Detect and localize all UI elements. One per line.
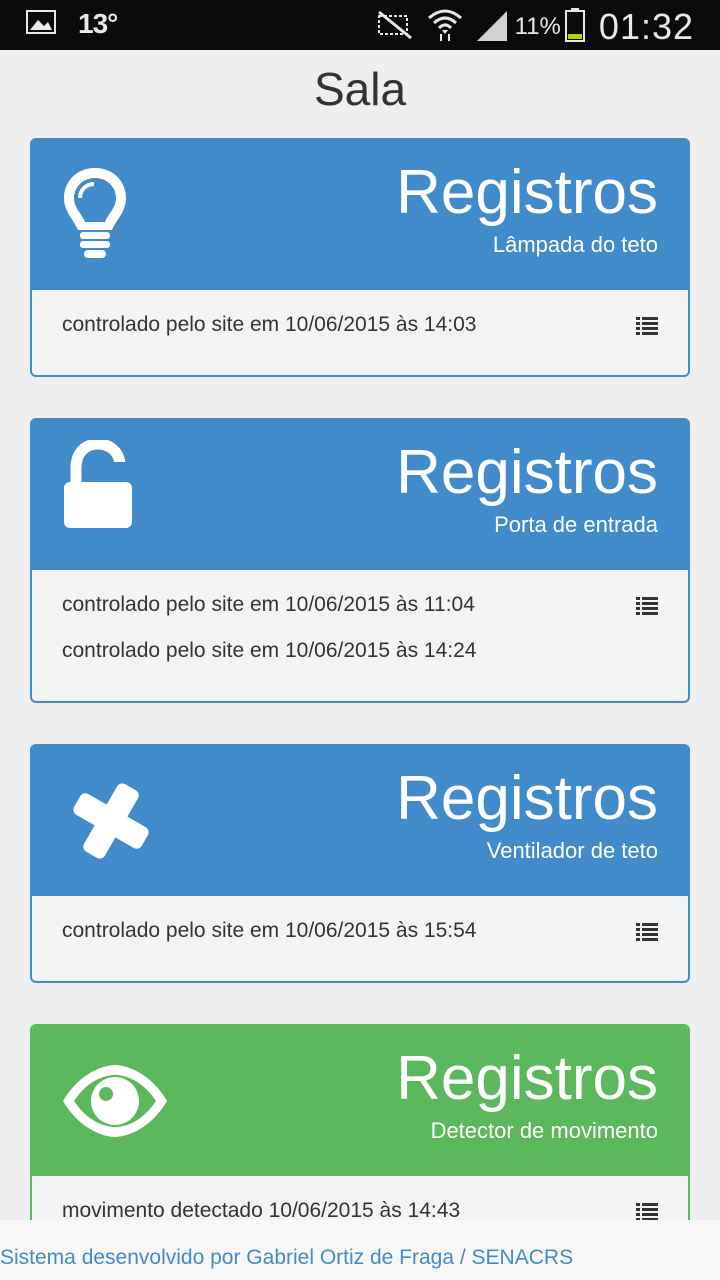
temperature: 13° xyxy=(78,8,118,39)
card-title: Registros xyxy=(396,1044,658,1113)
entry-text: controlado pelo site em 10/06/2015 às 14… xyxy=(62,639,477,662)
image-icon xyxy=(26,9,56,39)
wifi-icon xyxy=(427,8,463,47)
entry-text: controlado pelo site em 10/06/2015 às 14… xyxy=(62,313,477,336)
card-header[interactable]: Registros Porta de entrada xyxy=(32,420,688,570)
card-header[interactable]: Registros Detector de movimento xyxy=(32,1026,688,1176)
card-body: controlado pelo site em 10/06/2015 às 11… xyxy=(32,570,688,692)
list-item: controlado pelo site em 10/06/2015 às 14… xyxy=(62,310,658,356)
card-body: controlado pelo site em 10/06/2015 às 15… xyxy=(32,896,688,972)
eye-icon xyxy=(60,1062,170,1145)
card-header[interactable]: Registros Lâmpada do teto xyxy=(32,140,688,290)
list-icon[interactable] xyxy=(636,594,658,624)
list-item: controlado pelo site em 10/06/2015 às 15… xyxy=(62,916,658,962)
list-icon[interactable] xyxy=(636,920,658,950)
card-subtitle: Lâmpada do teto xyxy=(492,232,658,257)
card-title: Registros xyxy=(396,764,658,833)
mute-icon xyxy=(375,10,415,45)
unlock-icon xyxy=(62,438,134,537)
status-bar: 13° 11% 01:32 xyxy=(0,0,720,50)
footer-credit-link[interactable]: Sistema desenvolvido por Gabriel Ortiz d… xyxy=(0,1246,573,1270)
entry-text: controlado pelo site em 10/06/2015 às 15… xyxy=(62,919,477,942)
card-subtitle: Porta de entrada xyxy=(494,512,658,537)
battery-percent: 11% xyxy=(514,13,561,40)
fan-icon xyxy=(66,776,156,871)
entry-text: controlado pelo site em 10/06/2015 às 11… xyxy=(62,593,475,616)
signal-icon xyxy=(475,9,509,46)
lightbulb-icon xyxy=(60,164,130,265)
card-title: Registros xyxy=(396,438,658,507)
battery-icon xyxy=(564,7,585,47)
card-porta: Registros Porta de entrada controlado pe… xyxy=(30,418,690,703)
clock: 01:32 xyxy=(598,6,694,47)
card-title: Registros xyxy=(396,158,658,227)
card-subtitle: Ventilador de teto xyxy=(486,838,658,863)
footer: Sistema desenvolvido por Gabriel Ortiz d… xyxy=(0,1220,720,1280)
list-icon[interactable] xyxy=(636,314,658,344)
card-body: controlado pelo site em 10/06/2015 às 14… xyxy=(32,290,688,366)
page-title: Sala xyxy=(313,63,407,115)
list-item: controlado pelo site em 10/06/2015 às 14… xyxy=(62,636,658,682)
card-subtitle: Detector de movimento xyxy=(430,1118,658,1143)
list-item: controlado pelo site em 10/06/2015 às 11… xyxy=(62,590,658,636)
entry-text: movimento detectado 10/06/2015 às 14:43 xyxy=(62,1199,461,1222)
card-ventilador: Registros Ventilador de teto controlado … xyxy=(30,744,690,983)
card-lampada: Registros Lâmpada do teto controlado pel… xyxy=(30,138,690,377)
card-header[interactable]: Registros Ventilador de teto xyxy=(32,746,688,896)
